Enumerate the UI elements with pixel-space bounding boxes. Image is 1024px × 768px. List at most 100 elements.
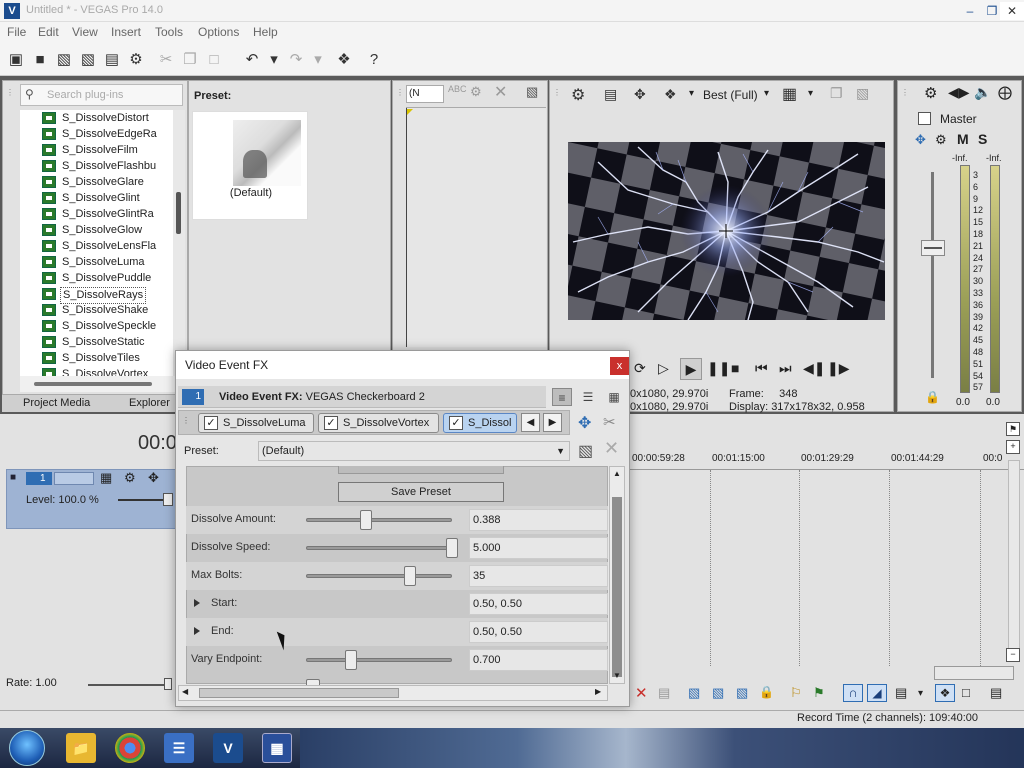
marker-icon[interactable]: ⚐: [790, 685, 802, 701]
plugin-item[interactable]: S_DissolveGlare: [42, 175, 173, 190]
chain-item-dissolve-rays[interactable]: ✓ S_Dissol: [443, 413, 517, 433]
remove-plugin-icon[interactable]: ✂: [603, 413, 616, 431]
close-window-button[interactable]: ✕: [1000, 2, 1024, 20]
save-snapshot-icon[interactable]: ▧: [856, 85, 869, 102]
overlays-grid-icon[interactable]: ▦: [782, 84, 797, 104]
help-icon[interactable]: ?: [364, 49, 384, 69]
param-slider-track[interactable]: [306, 574, 452, 578]
plugin-item[interactable]: S_DissolveTiles: [42, 351, 173, 366]
trim-end-icon[interactable]: ▧: [736, 685, 748, 701]
render-icon[interactable]: ▤: [102, 49, 122, 69]
ripple-icon[interactable]: ▤: [895, 685, 907, 701]
edit-tool-icon[interactable]: ❖: [334, 49, 354, 69]
abc-icon[interactable]: ABC: [448, 84, 467, 94]
plugin-item[interactable]: S_DissolveShake: [42, 303, 173, 318]
dialog-hscrollbar[interactable]: ◀ ▶: [178, 685, 608, 701]
plugin-item[interactable]: S_DissolveGlint: [42, 191, 173, 206]
auto-crossfade-icon[interactable]: ◢: [867, 684, 887, 702]
plugin-chain-icon[interactable]: ✥: [578, 413, 591, 433]
trim-start-icon[interactable]: ▧: [712, 685, 724, 701]
master-fader-knob[interactable]: [921, 240, 945, 256]
cut-icon[interactable]: ✂: [156, 49, 176, 69]
fx-icon[interactable]: ⚙: [470, 84, 482, 100]
split-icon[interactable]: ▧: [688, 685, 700, 701]
mixer-settings-gear-icon[interactable]: ⚙: [924, 84, 937, 102]
preview-settings-gear-icon[interactable]: ⚙: [571, 85, 585, 105]
track-expand-icon[interactable]: ■: [10, 472, 16, 483]
delete-edit-icon[interactable]: ✕: [635, 684, 648, 702]
track-composite-icon[interactable]: ✥: [148, 470, 159, 486]
save-preset-disk-icon[interactable]: ▧: [578, 441, 593, 461]
go-to-start-icon[interactable]: ⏮: [755, 360, 768, 377]
scroll-up-icon[interactable]: ▲: [613, 469, 621, 478]
chain-next-icon[interactable]: ▶: [543, 413, 562, 432]
timeline-vscrollbar[interactable]: [1008, 460, 1020, 660]
lock-icon[interactable]: 🔒: [925, 390, 940, 404]
scroll-thumb[interactable]: [34, 382, 152, 386]
trim-icon[interactable]: ▤: [658, 685, 670, 701]
expand-triangle-icon[interactable]: [194, 599, 200, 607]
param-slider-track[interactable]: [306, 658, 452, 662]
plugin-item[interactable]: S_DissolveFlashbu: [42, 159, 173, 174]
app-taskbar-icon[interactable]: ▦: [262, 733, 292, 763]
plugin-list[interactable]: S_DissolveDistort S_DissolveEdgeRa S_Disso…: [20, 110, 173, 376]
track-motion-icon[interactable]: ▦: [100, 470, 112, 486]
plugin-item[interactable]: S_DissolveSpeckle: [42, 319, 173, 334]
chain-checkbox[interactable]: ✓: [449, 416, 463, 430]
normal-edit-tool-icon[interactable]: ❖: [935, 684, 955, 702]
previous-frame-icon[interactable]: ◀❚: [803, 360, 826, 377]
solo-button[interactable]: S: [978, 131, 987, 147]
param-slider-thumb[interactable]: [446, 538, 458, 558]
overlays-dropdown-icon[interactable]: ▾: [808, 88, 813, 99]
dialog-vscrollbar[interactable]: ▲ ▼: [609, 466, 625, 684]
media-icon[interactable]: ▧: [526, 84, 538, 100]
scroll-thumb[interactable]: [199, 688, 399, 698]
loop-playback-icon[interactable]: ⟳: [634, 360, 646, 377]
minimize-icon[interactable]: –: [958, 2, 982, 20]
fx-gear-icon[interactable]: ⚙: [935, 132, 947, 148]
envelope-tool-icon[interactable]: □: [962, 685, 970, 700]
menu-file[interactable]: File: [7, 25, 26, 39]
tab-explorer[interactable]: Explorer: [129, 397, 170, 409]
save-preset-button[interactable]: Save Preset: [338, 482, 504, 502]
fx-dropdown-icon[interactable]: ▾: [689, 88, 694, 99]
grid-view-icon[interactable]: ▦: [604, 388, 624, 406]
trimmer-timeline[interactable]: [406, 107, 546, 347]
plugin-item[interactable]: S_DissolveRays: [42, 287, 173, 304]
menu-view[interactable]: View: [72, 25, 98, 39]
plugin-item[interactable]: S_DissolveLuma: [42, 255, 173, 270]
external-monitor-icon[interactable]: ▤: [604, 86, 617, 103]
param-value-field[interactable]: 0.50, 0.50: [469, 593, 608, 615]
video-fx-icon[interactable]: ❖: [664, 86, 677, 103]
notepad-taskbar-icon[interactable]: ☰: [164, 733, 194, 763]
pan-icon[interactable]: ✥: [915, 132, 926, 148]
plugin-item[interactable]: S_DissolvePuddle: [42, 271, 173, 286]
save-as-icon[interactable]: ▧: [78, 49, 98, 69]
chain-checkbox[interactable]: ✓: [204, 416, 218, 430]
undo-icon[interactable]: ↶: [242, 49, 262, 69]
snapping-magnet-icon[interactable]: ∩: [843, 684, 863, 702]
dialog-close-button[interactable]: x: [610, 357, 629, 375]
chain-grip-icon[interactable]: ⋮: [182, 416, 190, 425]
plugin-item[interactable]: S_DissolveDistort: [42, 111, 173, 126]
dialog-preset-select[interactable]: (Default) ▼: [258, 441, 570, 461]
stop-icon[interactable]: ■: [731, 360, 739, 376]
param-slider-thumb[interactable]: [360, 510, 373, 530]
pause-icon[interactable]: ❚❚: [707, 360, 730, 377]
param-slider-track[interactable]: [306, 518, 452, 522]
master-checkbox[interactable]: [918, 112, 931, 125]
plugin-list-hscrollbar[interactable]: [20, 376, 183, 392]
plugin-search-input[interactable]: ⚲ Search plug-ins: [20, 84, 183, 106]
open-folder-icon[interactable]: ■: [30, 49, 50, 69]
windows-start-button[interactable]: [9, 730, 45, 766]
selection-tool-icon[interactable]: ▤: [990, 685, 1002, 701]
settings-gear-icon[interactable]: ⚙: [126, 49, 146, 69]
panel-grip-icon[interactable]: ⋮: [396, 88, 404, 97]
param-value-field[interactable]: 5.000: [469, 537, 608, 559]
scroll-thumb[interactable]: [612, 497, 622, 677]
plugin-item[interactable]: S_DissolveFilm: [42, 143, 173, 158]
zoom-out-icon[interactable]: −: [1006, 648, 1020, 662]
mixer-faders-icon[interactable]: ⨁: [998, 84, 1012, 101]
param-slider-thumb[interactable]: [345, 650, 358, 670]
scroll-thumb[interactable]: [176, 192, 181, 234]
